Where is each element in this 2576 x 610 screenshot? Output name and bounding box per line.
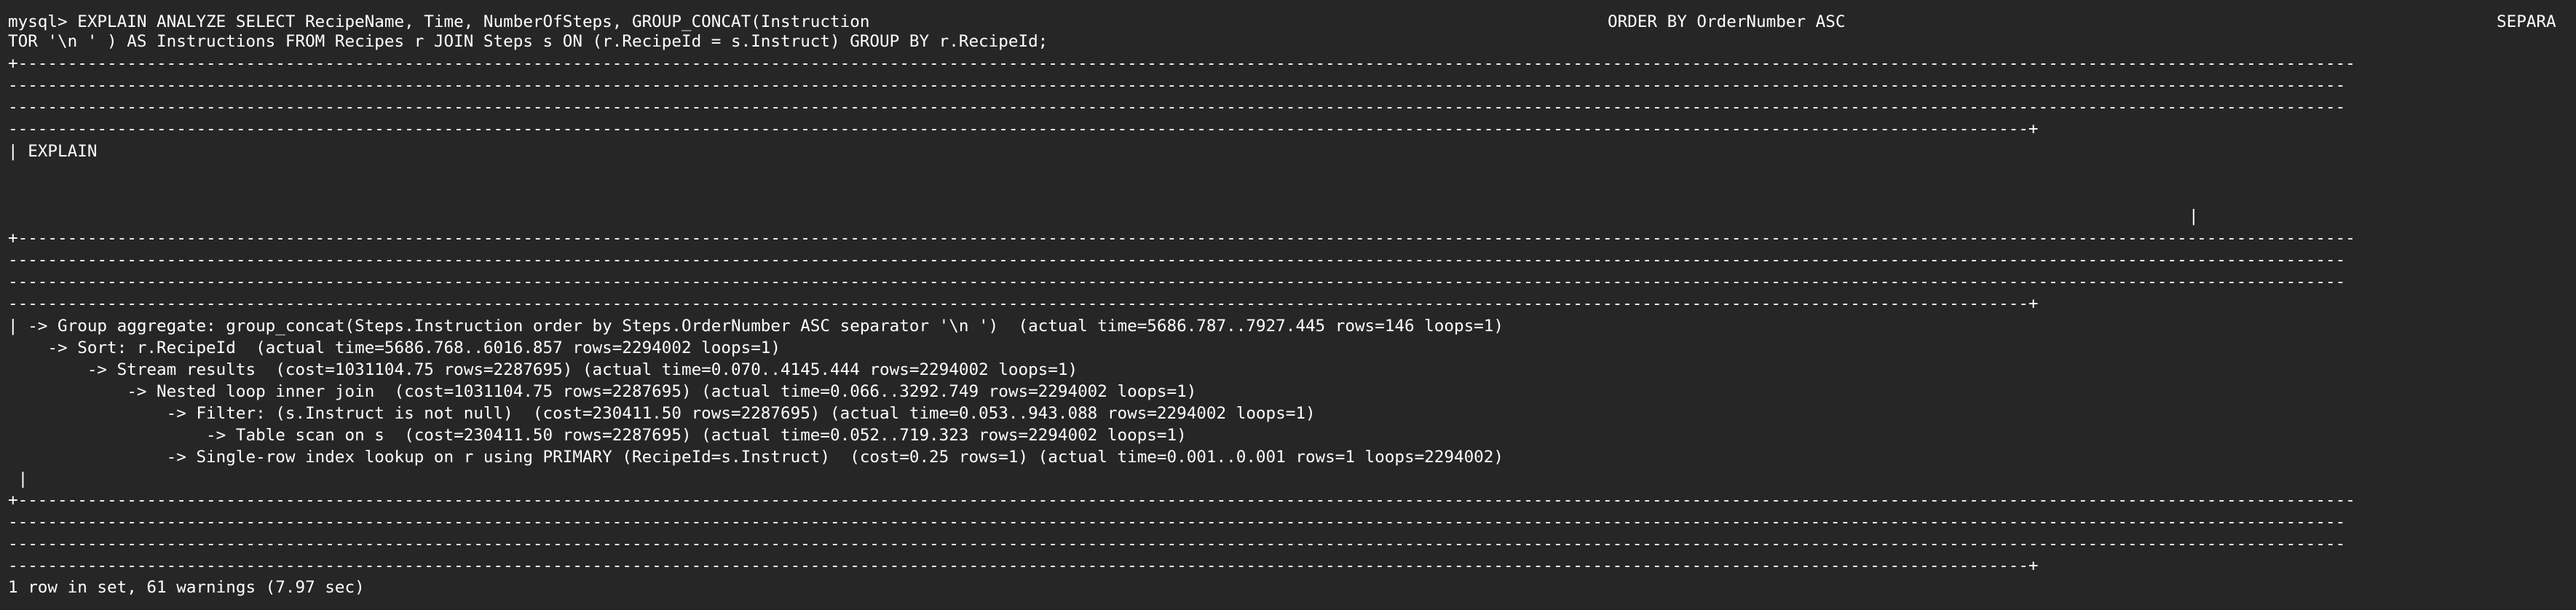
plan-line-group-aggregate: | -> Group aggregate: group_concat(Steps… bbox=[8, 317, 1504, 336]
table-border-top-4: ----------------------------------------… bbox=[8, 119, 2039, 138]
terminal-window[interactable]: mysql> EXPLAIN ANALYZE SELECT RecipeName… bbox=[0, 0, 2576, 610]
plan-end-pipe: | bbox=[8, 470, 28, 488]
command-line-1-separator: SEPARA bbox=[2497, 12, 2556, 31]
table-border-bottom-2: ----------------------------------------… bbox=[8, 512, 2346, 531]
table-border-mid-2: ----------------------------------------… bbox=[8, 250, 2346, 269]
table-border-bottom-3: ----------------------------------------… bbox=[8, 534, 2346, 553]
table-border-mid-3: ----------------------------------------… bbox=[8, 272, 2346, 291]
table-header-explain: | EXPLAIN bbox=[8, 142, 98, 161]
plan-line-stream-results: -> Stream results (cost=1031104.75 rows=… bbox=[8, 360, 1078, 379]
table-border-top-2: ----------------------------------------… bbox=[8, 76, 2346, 95]
table-border-mid-1: +---------------------------------------… bbox=[8, 229, 2355, 247]
table-border-mid-4: ----------------------------------------… bbox=[8, 294, 2039, 313]
plan-line-nested-loop: -> Nested loop inner join (cost=1031104.… bbox=[8, 382, 1197, 401]
plan-line-filter: -> Filter: (s.Instruct is not null) (cos… bbox=[8, 404, 1316, 423]
command-line-1-order-by: ORDER BY OrderNumber ASC bbox=[1608, 12, 1846, 31]
table-border-top-3: ----------------------------------------… bbox=[8, 98, 2346, 116]
plan-line-index-lookup: -> Single-row index lookup on r using PR… bbox=[8, 448, 1504, 467]
table-border-bottom-4: ----------------------------------------… bbox=[8, 556, 2039, 575]
plan-line-table-scan: -> Table scan on s (cost=230411.50 rows=… bbox=[8, 426, 1187, 445]
table-border-bottom-1: +---------------------------------------… bbox=[8, 491, 2355, 510]
command-line-2: TOR '\n ' ) AS Instructions FROM Recipes… bbox=[8, 32, 1048, 51]
result-summary: 1 row in set, 61 warnings (7.97 sec) bbox=[8, 578, 365, 597]
table-header-right-pipe: | bbox=[2189, 207, 2199, 226]
plan-line-sort: -> Sort: r.RecipeId (actual time=5686.76… bbox=[8, 338, 781, 357]
command-line-1: mysql> EXPLAIN ANALYZE SELECT RecipeName… bbox=[8, 12, 870, 31]
table-border-top-1: +---------------------------------------… bbox=[8, 54, 2355, 73]
